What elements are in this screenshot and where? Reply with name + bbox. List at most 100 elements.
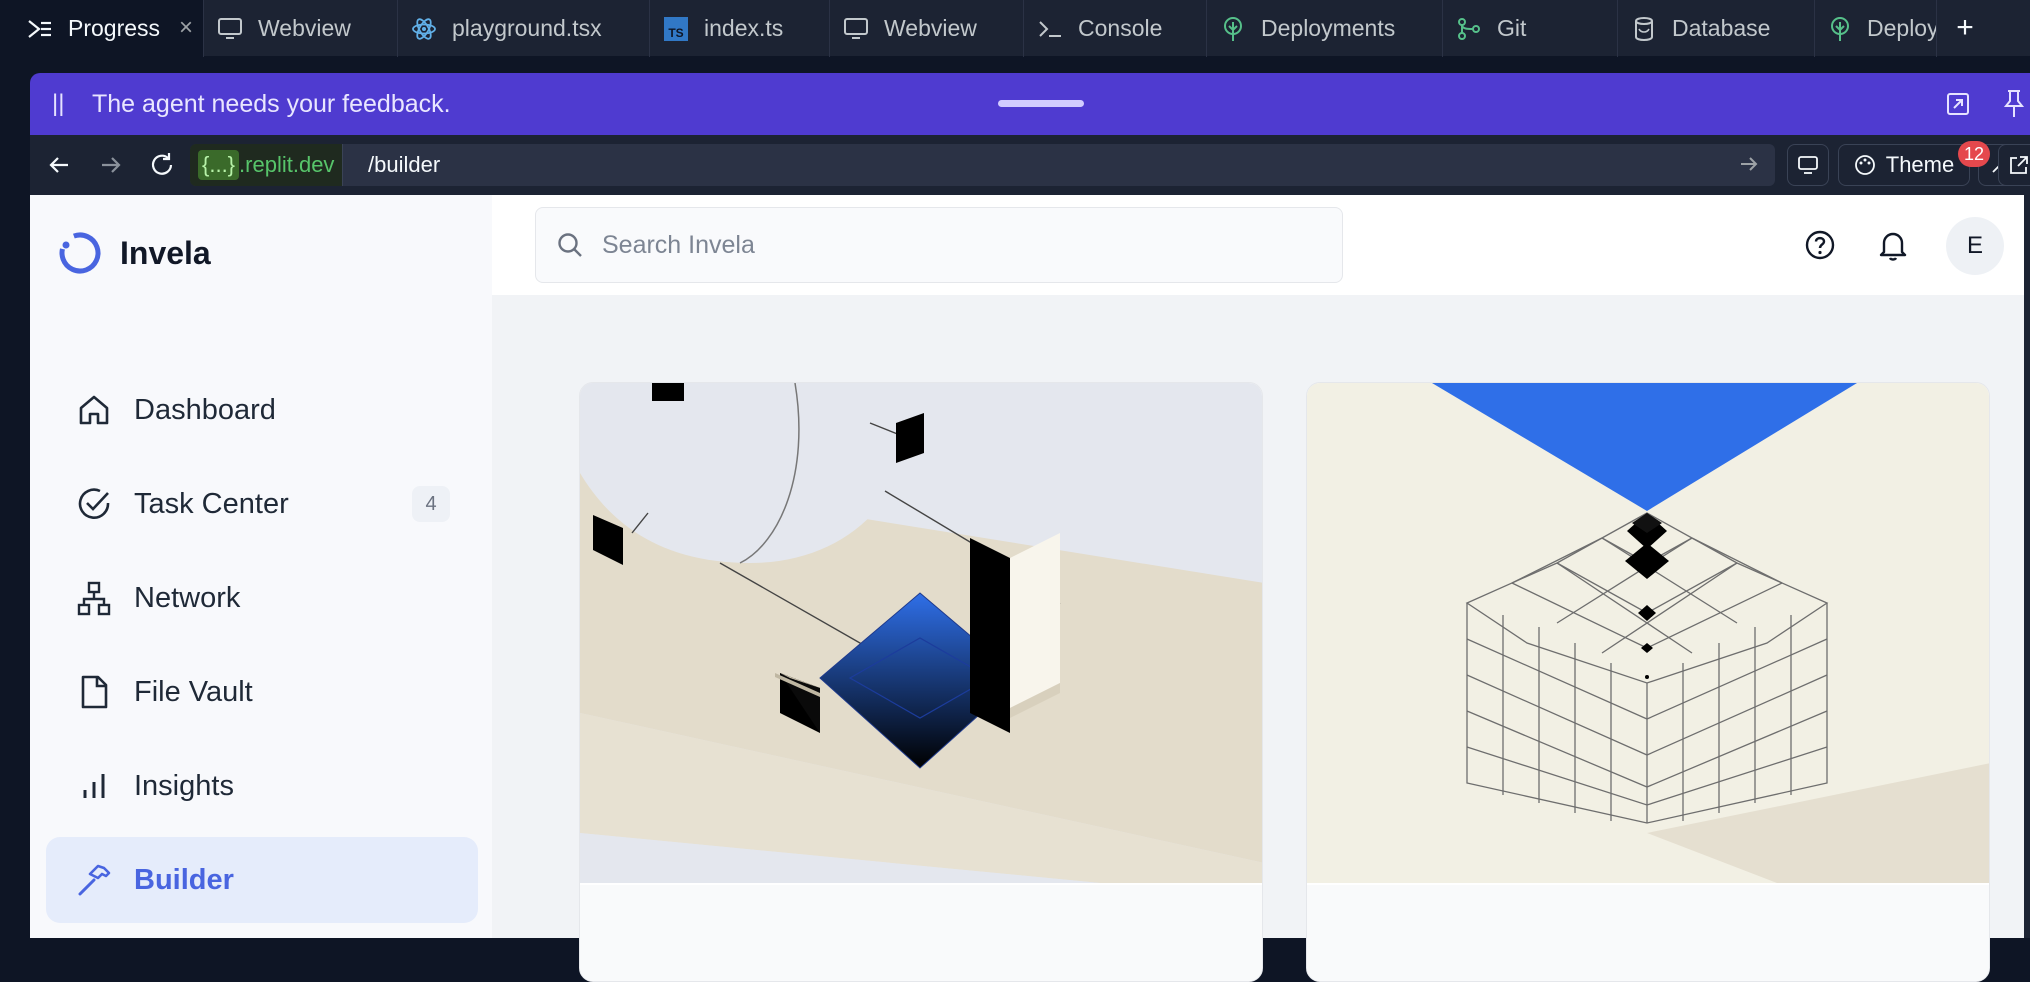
monitor-icon [1798,156,1818,174]
tab-bar: Progress × Webview playground.tsx TS ind… [0,0,2030,57]
url-host-domain: .replit.dev [239,152,335,177]
file-icon [74,672,114,712]
help-icon [1805,230,1835,260]
tab-index-ts[interactable]: TS index.ts [650,0,830,57]
check-circle-icon [74,484,114,524]
left-strip [0,57,30,938]
pin-icon[interactable] [2002,89,2026,119]
tab-label: Console [1078,15,1163,41]
tab-label: Webview [258,15,351,41]
tab-webview[interactable]: Webview [204,0,398,57]
task-count-badge: 4 [412,486,450,522]
deployments-icon [1219,15,1247,43]
sidebar-item-builder[interactable]: Builder [46,837,478,923]
sidebar-item-file-vault[interactable]: File Vault [46,649,478,735]
sidebar-item-insights[interactable]: Insights [46,743,478,829]
card-caption [1307,885,1989,981]
sidebar-item-network[interactable]: Network [46,555,478,641]
banner-message: The agent needs your feedback. [92,89,451,118]
monitor-icon [216,15,244,43]
builder-content [492,295,2030,982]
sidebar-item-label: Task Center [134,487,289,520]
tab-git[interactable]: Git [1443,0,1618,57]
terminal-icon [1036,15,1064,43]
deployments-icon [1827,15,1853,43]
sidebar-item-label: Network [134,581,241,614]
search-icon [556,231,584,259]
theme-button[interactable]: Theme [1838,144,1970,186]
back-button[interactable] [44,149,76,181]
builder-card[interactable] [579,382,1263,982]
close-icon[interactable]: × [179,14,193,42]
sidebar-item-task-center[interactable]: Task Center 4 [46,461,478,547]
app-viewport: Invela Dashboard Task Center 4 Network F… [30,195,2030,982]
forward-button[interactable] [94,149,126,181]
expand-icon[interactable] [1945,91,1971,117]
reload-icon [151,153,173,175]
arrow-left-icon [49,157,68,173]
open-external-button[interactable] [1998,144,2030,186]
help-button[interactable] [1801,226,1839,264]
palette-icon [1854,155,1875,175]
tab-console[interactable]: Console [1024,0,1207,57]
tab-label: Git [1497,15,1527,41]
agent-feedback-banner[interactable]: || The agent needs your feedback. [30,73,2030,135]
url-bar: {...} .replit.dev /builder Theme [30,135,2030,195]
app-name: Invela [120,234,211,271]
monitor-icon [842,15,870,43]
progress-icon [26,15,54,43]
sidebar-item-dashboard[interactable]: Dashboard [46,367,478,453]
sidebar-item-label: File Vault [134,675,253,708]
typescript-icon: TS [662,15,690,43]
sidebar-item-label: Insights [134,769,234,802]
builder-card[interactable] [1306,382,1990,982]
external-link-icon [2009,156,2028,174]
hammer-icon [74,860,114,900]
tab-deployments[interactable]: Deployments [1207,0,1443,57]
go-arrow-icon[interactable] [1737,152,1763,178]
bell-icon [1879,232,1907,261]
bar-chart-icon [74,766,114,806]
url-host-template: {...} [198,150,240,180]
tab-label: playground.tsx [452,15,602,41]
database-icon [1630,15,1658,43]
reload-button[interactable] [146,149,178,181]
devices-button[interactable] [1787,144,1829,186]
card-caption [580,885,1262,981]
tab-webview-2[interactable]: Webview [830,0,1024,57]
url-path[interactable]: /builder [368,144,440,186]
tab-label: Deployments [1261,15,1396,41]
tab-playground[interactable]: playground.tsx [398,0,650,57]
url-field[interactable]: {...} .replit.dev /builder [190,144,1775,186]
git-icon [1455,15,1483,43]
invela-logo-icon [59,232,101,274]
arrow-right-icon [102,157,121,173]
app-logo[interactable]: Invela [58,231,211,275]
search-input[interactable] [602,230,1282,260]
sidebar: Invela Dashboard Task Center 4 Network F… [30,195,492,938]
sidebar-item-label: Builder [134,863,234,896]
tab-label: Progress [68,15,161,41]
pause-icon[interactable]: || [52,90,72,118]
home-icon [74,390,114,430]
url-host[interactable]: {...} .replit.dev [190,144,344,186]
tab-label: Webview [884,15,977,41]
react-icon [410,15,438,43]
network-icon [74,578,114,618]
tab-database[interactable]: Database [1618,0,1815,57]
notifications-button[interactable] [1874,226,1912,264]
tab-progress[interactable]: Progress × [0,0,204,57]
search-bar[interactable] [535,207,1343,283]
scrollbar[interactable] [2024,195,2030,938]
drag-handle[interactable] [998,100,1084,107]
top-bar: E [492,195,2030,295]
theme-label: Theme [1885,152,1955,177]
typescript-icon-text: TS [668,26,683,40]
sidebar-item-label: Dashboard [134,393,276,426]
tab-label: index.ts [704,15,784,41]
new-tab-button[interactable]: + [1950,10,1980,46]
tab-deploy[interactable]: Deploy [1815,0,1937,57]
avatar[interactable]: E [1946,217,2004,275]
tab-label: Deploy [1867,15,1937,41]
tab-label: Database [1672,15,1771,41]
